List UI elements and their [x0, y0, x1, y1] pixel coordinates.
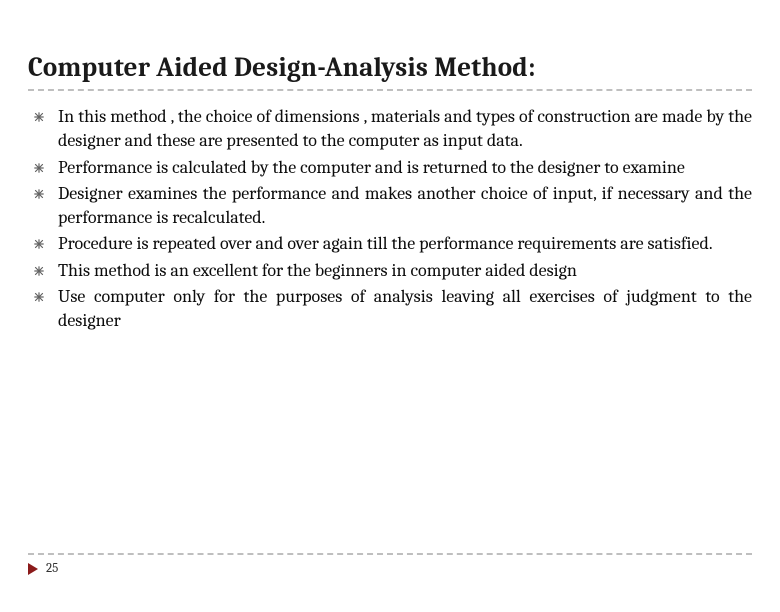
- list-item: This method is an excellent for the begi…: [28, 259, 752, 283]
- list-item: Procedure is repeated over and over agai…: [28, 232, 752, 256]
- list-item: Use computer only for the purposes of an…: [28, 285, 752, 334]
- title-area: Computer Aided Design-Analysis Method:: [0, 0, 780, 91]
- list-item: In this method , the choice of dimension…: [28, 105, 752, 154]
- content-area: In this method , the choice of dimension…: [0, 91, 780, 334]
- slide: Computer Aided Design-Analysis Method: I…: [0, 0, 780, 612]
- slide-title: Computer Aided Design-Analysis Method:: [28, 52, 752, 83]
- page-number: 25: [46, 561, 58, 576]
- footer: 25: [28, 553, 752, 576]
- list-item: Designer examines the performance and ma…: [28, 182, 752, 231]
- list-item: Performance is calculated by the compute…: [28, 156, 752, 180]
- footer-separator: [28, 553, 752, 555]
- bullet-list: In this method , the choice of dimension…: [28, 105, 752, 334]
- footer-row: 25: [28, 561, 752, 576]
- page-arrow-icon: [28, 563, 38, 575]
